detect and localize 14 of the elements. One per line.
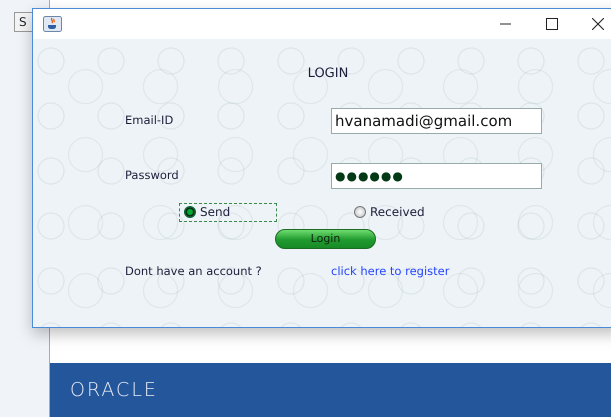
radio-button[interactable]: Send <box>179 202 277 222</box>
logo-text: ORACLE <box>70 378 158 403</box>
password-field[interactable]: ●●●●●● <box>331 162 542 188</box>
app-cup-icon <box>43 16 62 32</box>
maximize-icon[interactable] <box>546 18 558 30</box>
field-label: Email-ID <box>125 112 174 129</box>
prompt-text: Dont have an account ? <box>125 262 263 280</box>
email-field[interactable]: hvanamadi@gmail.com <box>331 108 542 134</box>
dialog-heading: LOGIN <box>308 66 348 81</box>
radio-button[interactable]: Received <box>349 202 430 222</box>
register-link[interactable]: click here to register <box>331 262 450 280</box>
field-label: Password <box>125 166 180 184</box>
login-button[interactable]: Login <box>275 228 376 248</box>
close-icon[interactable] <box>592 18 604 30</box>
